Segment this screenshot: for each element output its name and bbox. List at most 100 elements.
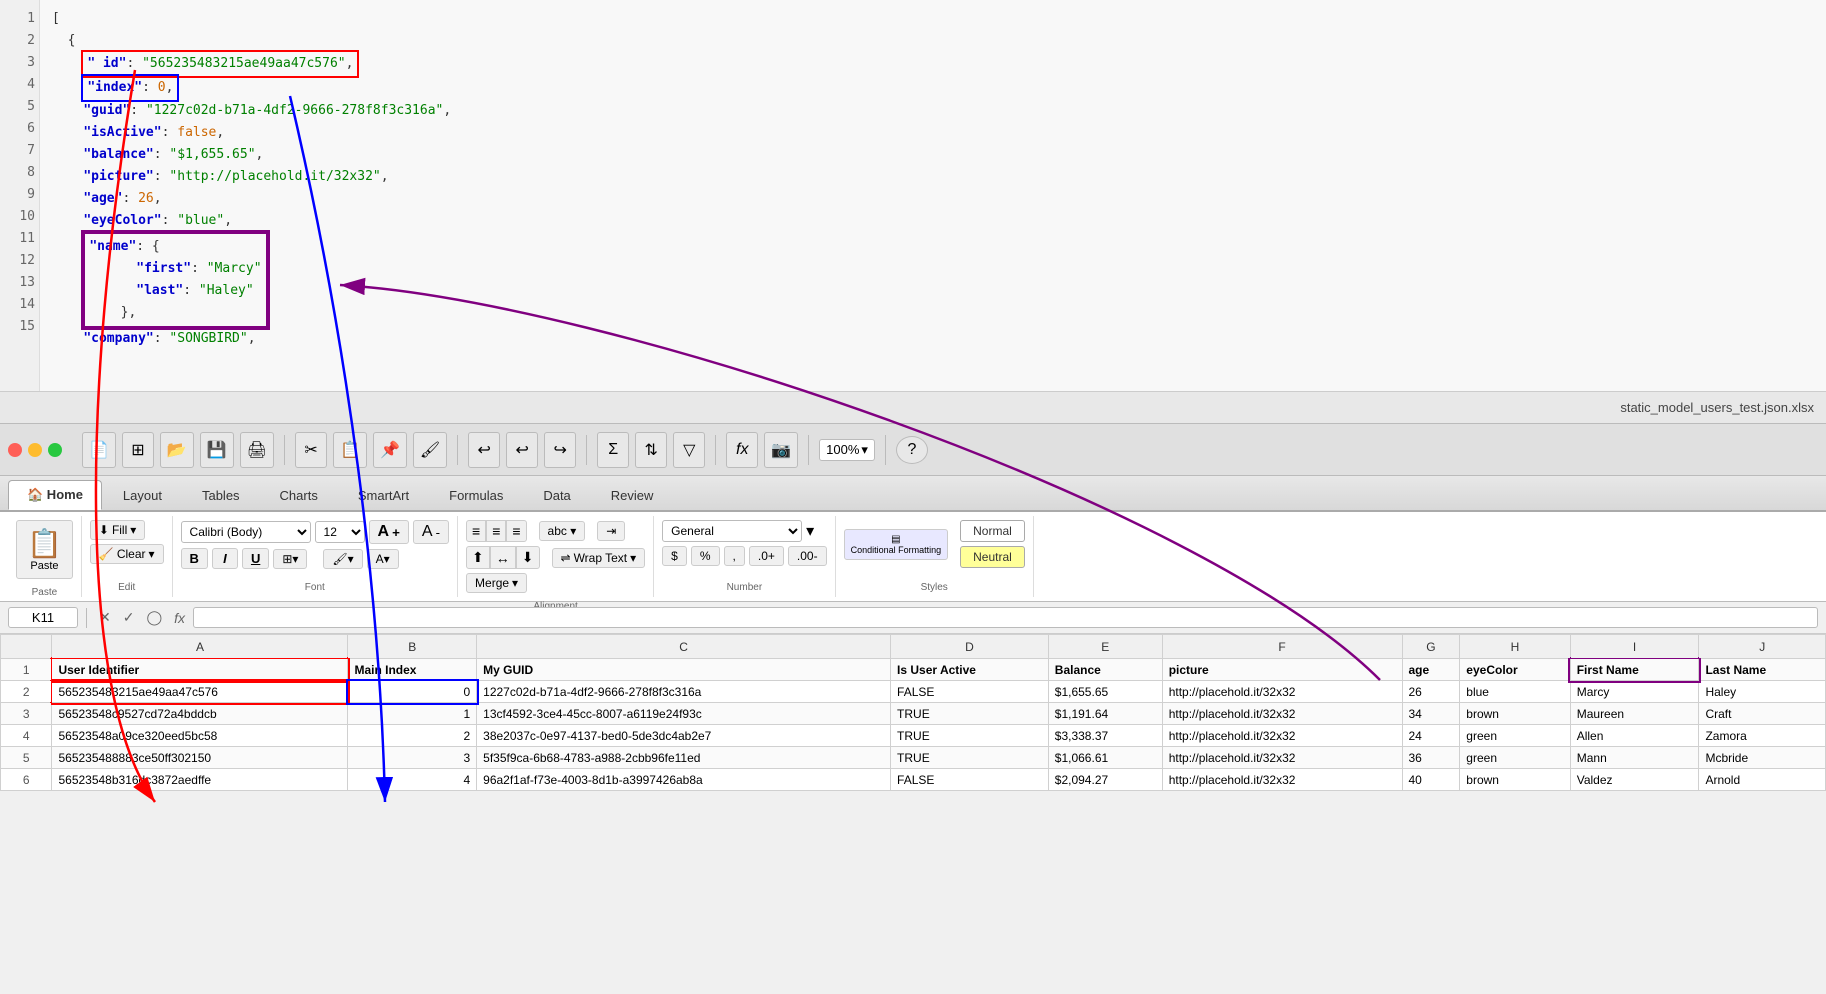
- font-color-highlight[interactable]: 🖌▾: [323, 549, 362, 569]
- cell-d2[interactable]: FALSE: [891, 681, 1049, 703]
- cell-g5[interactable]: 36: [1402, 747, 1460, 769]
- cell-f4[interactable]: http://placehold.it/32x32: [1162, 725, 1402, 747]
- cell-b3[interactable]: 1: [348, 703, 477, 725]
- cell-b1[interactable]: Main Index: [348, 659, 477, 681]
- tab-charts[interactable]: Charts: [261, 481, 337, 510]
- cell-d1[interactable]: Is User Active: [891, 659, 1049, 681]
- redo-button[interactable]: ↪: [544, 432, 576, 468]
- col-header-b[interactable]: B: [348, 635, 477, 659]
- cell-j5[interactable]: Mcbride: [1699, 747, 1826, 769]
- paste2-button[interactable]: 📌: [373, 432, 407, 468]
- wrap-text-dropdown[interactable]: ▾: [630, 551, 636, 565]
- col-header-c[interactable]: C: [477, 635, 891, 659]
- cell-h2[interactable]: blue: [1460, 681, 1570, 703]
- cell-g6[interactable]: 40: [1402, 769, 1460, 791]
- cell-f6[interactable]: http://placehold.it/32x32: [1162, 769, 1402, 791]
- underline-button[interactable]: U: [242, 548, 269, 569]
- font-color-button[interactable]: A▾: [367, 549, 399, 569]
- cell-d3[interactable]: TRUE: [891, 703, 1049, 725]
- abc-button[interactable]: abc ▾: [539, 521, 586, 541]
- wrap-text-button[interactable]: ⇌ Wrap Text ▾: [552, 548, 646, 568]
- cell-j4[interactable]: Zamora: [1699, 725, 1826, 747]
- neutral-style-badge[interactable]: Neutral: [960, 546, 1025, 568]
- cell-c2[interactable]: 1227c02d-b71a-4df2-9666-278f8f3c316a: [477, 681, 891, 703]
- valign-bot-button[interactable]: ⬇: [516, 546, 540, 569]
- merge-button[interactable]: Merge ▾: [466, 573, 527, 593]
- cell-i4[interactable]: Allen: [1570, 725, 1699, 747]
- formula-button[interactable]: fx: [726, 432, 758, 468]
- cell-f5[interactable]: http://placehold.it/32x32: [1162, 747, 1402, 769]
- spreadsheet-container[interactable]: A B C D E F G H I J 1: [0, 634, 1826, 791]
- clear-button[interactable]: 🧹 Clear ▾: [90, 544, 164, 564]
- cell-d5[interactable]: TRUE: [891, 747, 1049, 769]
- camera-button[interactable]: 📷: [764, 432, 798, 468]
- filter-button[interactable]: ▽: [673, 432, 705, 468]
- sum-button[interactable]: Σ: [597, 432, 629, 468]
- cell-f2[interactable]: http://placehold.it/32x32: [1162, 681, 1402, 703]
- cell-a1[interactable]: User Identifier: [52, 659, 348, 681]
- cell-i6[interactable]: Valdez: [1570, 769, 1699, 791]
- cell-a2[interactable]: 565235483215ae49aa47c576: [52, 681, 348, 703]
- col-header-j[interactable]: J: [1699, 635, 1826, 659]
- cell-a4[interactable]: 56523548a09ce320eed5bc58: [52, 725, 348, 747]
- fill-dropdown-icon[interactable]: ▾: [130, 523, 136, 537]
- col-header-a[interactable]: A: [52, 635, 348, 659]
- cell-h3[interactable]: brown: [1460, 703, 1570, 725]
- save-button[interactable]: 💾: [200, 432, 234, 468]
- cell-h6[interactable]: brown: [1460, 769, 1570, 791]
- cell-b2[interactable]: 0: [348, 681, 477, 703]
- cell-b6[interactable]: 4: [348, 769, 477, 791]
- cell-i5[interactable]: Mann: [1570, 747, 1699, 769]
- increase-decimal-button[interactable]: .0+: [749, 546, 784, 566]
- cell-h1[interactable]: eyeColor: [1460, 659, 1570, 681]
- cell-c1[interactable]: My GUID: [477, 659, 891, 681]
- cell-b4[interactable]: 2: [348, 725, 477, 747]
- col-header-g[interactable]: G: [1402, 635, 1460, 659]
- col-header-e[interactable]: E: [1048, 635, 1162, 659]
- cell-j6[interactable]: Arnold: [1699, 769, 1826, 791]
- tab-tables[interactable]: Tables: [183, 481, 259, 510]
- cell-g2[interactable]: 26: [1402, 681, 1460, 703]
- print-button[interactable]: 🖨: [240, 432, 274, 468]
- align-right-button[interactable]: ≡: [506, 520, 526, 542]
- open-button[interactable]: 📂: [160, 432, 194, 468]
- tab-smartart[interactable]: SmartArt: [339, 481, 428, 510]
- tab-formulas[interactable]: Formulas: [430, 481, 522, 510]
- paste-button[interactable]: 📋 Paste: [16, 520, 73, 579]
- num-format-dropdown[interactable]: ▾: [806, 521, 814, 541]
- merge-dropdown[interactable]: ▾: [512, 576, 518, 590]
- cell-c5[interactable]: 5f35f9ca-6b68-4783-a988-2cbb96fe11ed: [477, 747, 891, 769]
- decrease-font-button[interactable]: A-: [413, 520, 449, 544]
- cell-h5[interactable]: green: [1460, 747, 1570, 769]
- cell-f1[interactable]: picture: [1162, 659, 1402, 681]
- conditional-formatting-button[interactable]: ▤ Conditional Formatting: [844, 529, 949, 560]
- number-format-select[interactable]: General: [662, 520, 802, 542]
- zoom-dropdown-icon[interactable]: ▾: [861, 442, 868, 458]
- cell-b5[interactable]: 3: [348, 747, 477, 769]
- font-size-select[interactable]: 12: [315, 521, 365, 543]
- cell-e2[interactable]: $1,655.65: [1048, 681, 1162, 703]
- tab-layout[interactable]: Layout: [104, 481, 181, 510]
- cell-e4[interactable]: $3,338.37: [1048, 725, 1162, 747]
- cell-c4[interactable]: 38e2037c-0e97-4137-bed0-5de3dc4ab2e7: [477, 725, 891, 747]
- zoom-control[interactable]: 100% ▾: [819, 439, 875, 461]
- cell-e1[interactable]: Balance: [1048, 659, 1162, 681]
- window-maximize-button[interactable]: [48, 443, 62, 457]
- window-close-button[interactable]: [8, 443, 22, 457]
- col-header-f[interactable]: F: [1162, 635, 1402, 659]
- cell-f3[interactable]: http://placehold.it/32x32: [1162, 703, 1402, 725]
- cell-g1[interactable]: age: [1402, 659, 1460, 681]
- valign-mid-button[interactable]: ↔: [490, 546, 516, 569]
- cell-a6[interactable]: 56523548b316dc3872aedffe: [52, 769, 348, 791]
- decrease-decimal-button[interactable]: .00-: [788, 546, 827, 566]
- cell-j3[interactable]: Craft: [1699, 703, 1826, 725]
- cell-i2[interactable]: Marcy: [1570, 681, 1699, 703]
- cell-e5[interactable]: $1,066.61: [1048, 747, 1162, 769]
- cell-g4[interactable]: 24: [1402, 725, 1460, 747]
- help-button[interactable]: ?: [896, 436, 928, 464]
- undo2-button[interactable]: ↩: [506, 432, 538, 468]
- align-center-button[interactable]: ≡: [486, 520, 506, 542]
- valign-top-button[interactable]: ⬆: [466, 546, 490, 569]
- cell-d6[interactable]: FALSE: [891, 769, 1049, 791]
- cell-j1[interactable]: Last Name: [1699, 659, 1826, 681]
